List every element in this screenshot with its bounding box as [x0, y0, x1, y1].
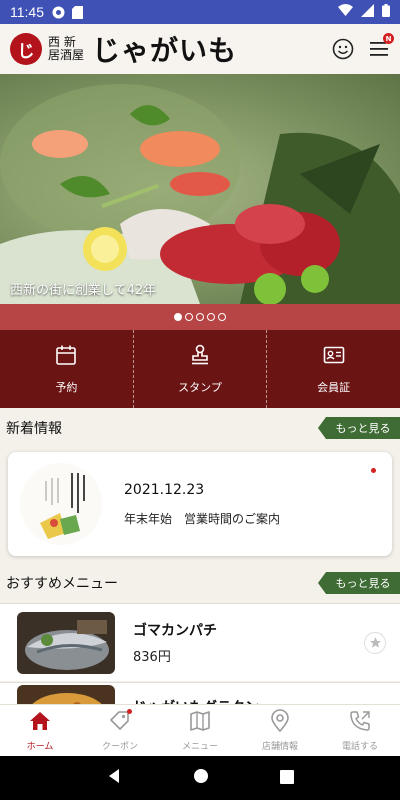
location-icon — [268, 709, 292, 736]
slide-dot[interactable] — [174, 313, 182, 321]
logo-mark: じ — [10, 33, 42, 65]
nav-store-info[interactable]: 店舗情報 — [240, 705, 320, 756]
phone-icon — [348, 709, 372, 736]
nav-store-info-label: 店舗情報 — [261, 742, 298, 752]
stamp-button[interactable]: スタンプ — [132, 330, 267, 408]
menu-item-price: 836円 — [133, 650, 171, 665]
quick-actions: 予約 スタンプ 会員証 — [0, 330, 400, 408]
system-navigation-bar — [0, 756, 400, 800]
battery-icon — [382, 3, 390, 21]
nav-home-label: ホーム — [26, 742, 54, 752]
hero-caption: 西新の街に創業して42年 — [10, 283, 157, 298]
news-thumbnail — [20, 463, 102, 545]
slide-dot[interactable] — [207, 313, 215, 321]
slide-indicators — [0, 304, 400, 330]
menu-item-name: ゴマカンパチ — [133, 623, 217, 639]
menu-list-item[interactable]: ゴマカンパチ 836円 — [0, 603, 400, 681]
status-bar: 11:45 — [0, 0, 400, 24]
coupon-badge — [127, 709, 132, 714]
sashimi-platter-image — [0, 84, 400, 304]
news-card[interactable]: 2021.12.23 年末年始 営業時間のご案内 — [8, 452, 392, 556]
star-icon — [369, 637, 381, 648]
slide-dot[interactable] — [185, 313, 193, 321]
member-card-button[interactable]: 会員証 — [266, 330, 400, 408]
hamburger-menu-icon[interactable]: N — [368, 33, 394, 60]
back-icon[interactable] — [106, 768, 122, 788]
nav-menu[interactable]: メニュー — [160, 705, 240, 756]
home-circle-icon[interactable] — [193, 768, 209, 788]
reservation-button[interactable]: 予約 — [0, 330, 133, 408]
wifi-icon — [338, 4, 353, 20]
app-header: じ 西 新 居酒屋 じゃがいも N — [0, 24, 400, 74]
unread-indicator — [371, 468, 376, 473]
nav-call-label: 電話する — [341, 742, 378, 752]
stamp-label: スタンプ — [178, 380, 222, 394]
nav-coupon-label: クーポン — [101, 742, 138, 752]
reservation-label: 予約 — [55, 380, 78, 394]
slide-dot[interactable] — [218, 313, 226, 321]
status-time: 11:45 — [10, 4, 44, 20]
notification-icon — [52, 6, 65, 19]
slide-dot[interactable] — [196, 313, 204, 321]
bottom-navigation: ホーム クーポン メニュー 店舗情報 電話する — [0, 704, 400, 756]
nav-call[interactable]: 電話する — [320, 705, 400, 756]
profile-smiley-icon[interactable] — [332, 38, 354, 60]
nav-home[interactable]: ホーム — [0, 705, 80, 756]
favorite-star-button[interactable] — [364, 631, 386, 654]
logo-subtitle: 西 新 居酒屋 — [48, 36, 84, 62]
news-date: 2021.12.23 — [124, 481, 205, 498]
new-badge: N — [383, 33, 394, 44]
menu-book-icon — [188, 709, 212, 736]
recommended-more-button[interactable]: もっと見る — [318, 572, 400, 594]
calendar-icon — [55, 344, 77, 369]
stamp-icon — [189, 344, 211, 369]
recommended-section-header: おすすめメニュー もっと見る — [0, 570, 400, 596]
hero-slideshow[interactable]: 西新の街に創業して42年 — [0, 74, 400, 304]
recents-icon[interactable] — [280, 769, 295, 788]
nav-menu-label: メニュー — [181, 742, 218, 752]
news-heading: 新着情報 — [6, 421, 62, 437]
news-more-button[interactable]: もっと見る — [318, 417, 400, 439]
member-card-icon — [323, 344, 345, 369]
recommended-heading: おすすめメニュー — [6, 576, 118, 592]
logo-sub-line2: 居酒屋 — [48, 48, 85, 62]
logo-title: じゃがいも — [92, 34, 238, 67]
sd-card-icon — [71, 5, 84, 19]
signal-icon — [361, 3, 374, 21]
member-card-label: 会員証 — [317, 380, 351, 394]
menu-item-photo — [17, 611, 115, 674]
home-icon — [28, 709, 52, 736]
news-section-header: 新着情報 もっと見る — [0, 415, 400, 441]
news-title: 年末年始 営業時間のご案内 — [124, 511, 281, 526]
nav-coupon[interactable]: クーポン — [80, 705, 160, 756]
